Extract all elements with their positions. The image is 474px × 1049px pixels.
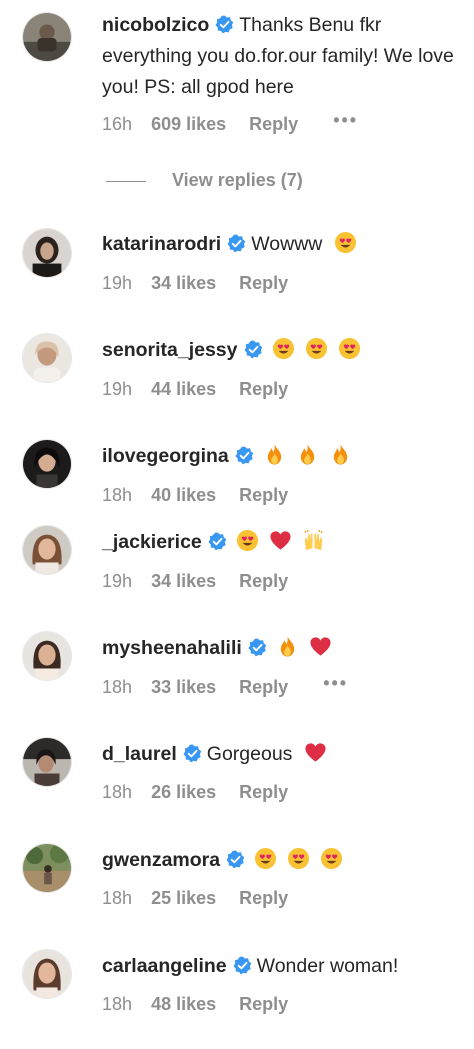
verified-badge-icon: [248, 638, 267, 657]
red-heart-emoji-icon: [309, 635, 332, 658]
likes-count[interactable]: 48 likes: [151, 992, 216, 1016]
reply-button[interactable]: Reply: [239, 483, 288, 507]
comment-text: Wonder woman!: [256, 955, 399, 977]
username[interactable]: d_laurel: [102, 743, 177, 765]
reply-button[interactable]: Reply: [239, 780, 288, 804]
likes-count[interactable]: 40 likes: [151, 483, 216, 507]
reply-button[interactable]: Reply: [239, 271, 288, 295]
avatar[interactable]: [22, 12, 72, 62]
likes-count[interactable]: 44 likes: [151, 377, 216, 401]
heart-eyes-emoji-icon: [338, 337, 361, 360]
reply-button[interactable]: Reply: [239, 886, 288, 910]
comments-list: nicobolzico Thanks Benu fkr everything yo…: [0, 0, 474, 1049]
verified-badge-icon: [243, 340, 263, 359]
avatar[interactable]: [22, 949, 72, 999]
fire-emoji-icon: [296, 443, 319, 466]
fire-emoji-icon: [276, 635, 299, 658]
heart-eyes-emoji-icon: [320, 847, 343, 870]
avatar[interactable]: [22, 631, 72, 681]
reply-button[interactable]: Reply: [239, 377, 288, 401]
fire-emoji-icon: [329, 443, 352, 466]
avatar[interactable]: [22, 333, 72, 383]
reply-button[interactable]: Reply: [239, 569, 288, 593]
verified-badge-icon: [208, 532, 227, 551]
avatar[interactable]: [22, 525, 72, 575]
divider-line: [106, 180, 146, 182]
likes-count[interactable]: 34 likes: [151, 271, 216, 295]
verified-badge-icon: [227, 234, 246, 253]
username[interactable]: nicobolzico: [102, 14, 209, 36]
username[interactable]: carlaangeline: [102, 955, 227, 977]
comment-time: 18h: [102, 888, 133, 908]
avatar[interactable]: [22, 843, 72, 893]
fire-emoji-icon: [263, 443, 286, 466]
verified-badge-icon: [183, 744, 202, 763]
comment-time: 18h: [102, 782, 133, 802]
verified-badge-icon: [226, 850, 245, 869]
verified-badge-icon: [233, 956, 252, 975]
verified-badge-icon: [215, 15, 234, 34]
heart-eyes-emoji-icon: [254, 847, 277, 870]
raised-hands-emoji-icon: [302, 529, 325, 552]
reply-button[interactable]: Reply: [249, 112, 298, 136]
red-heart-emoji-icon: [304, 741, 327, 764]
comment-text: Wowww: [251, 233, 323, 255]
comment-text: Gorgeous: [206, 743, 293, 765]
more-options-icon[interactable]: •••: [323, 671, 348, 695]
comment-time: 18h: [102, 994, 133, 1014]
avatar[interactable]: [22, 228, 72, 278]
verified-badge-icon: [235, 446, 254, 465]
red-heart-emoji-icon: [269, 529, 292, 552]
likes-count[interactable]: 25 likes: [151, 886, 216, 910]
username[interactable]: mysheenahalili: [102, 637, 242, 659]
view-replies-label: View replies (7): [172, 170, 303, 190]
heart-eyes-emoji-icon: [305, 337, 328, 360]
likes-count[interactable]: 33 likes: [151, 675, 216, 699]
more-options-icon[interactable]: •••: [333, 108, 358, 132]
heart-eyes-emoji-icon: [334, 231, 357, 254]
heart-eyes-emoji-icon: [236, 529, 259, 552]
likes-count[interactable]: 26 likes: [151, 780, 216, 804]
username[interactable]: _jackierice: [102, 531, 202, 553]
username[interactable]: katarinarodri: [102, 233, 221, 255]
username[interactable]: senorita_jessy: [102, 339, 238, 361]
view-replies-button[interactable]: View replies (7): [106, 168, 303, 192]
username[interactable]: ilovegeorgina: [102, 445, 229, 467]
heart-eyes-emoji-icon: [272, 337, 295, 360]
reply-button[interactable]: Reply: [239, 675, 288, 699]
comment-time: 19h: [102, 273, 133, 293]
avatar[interactable]: [22, 439, 72, 489]
comment-time: 16h: [102, 114, 133, 134]
comment-time: 19h: [102, 571, 133, 591]
avatar[interactable]: [22, 737, 72, 787]
likes-count[interactable]: 609 likes: [151, 112, 226, 136]
username[interactable]: gwenzamora: [102, 849, 220, 871]
comment-time: 18h: [102, 485, 133, 505]
comment-time: 18h: [102, 677, 133, 697]
reply-button[interactable]: Reply: [239, 992, 288, 1016]
likes-count[interactable]: 34 likes: [151, 569, 216, 593]
heart-eyes-emoji-icon: [287, 847, 310, 870]
comment-time: 19h: [102, 379, 133, 399]
